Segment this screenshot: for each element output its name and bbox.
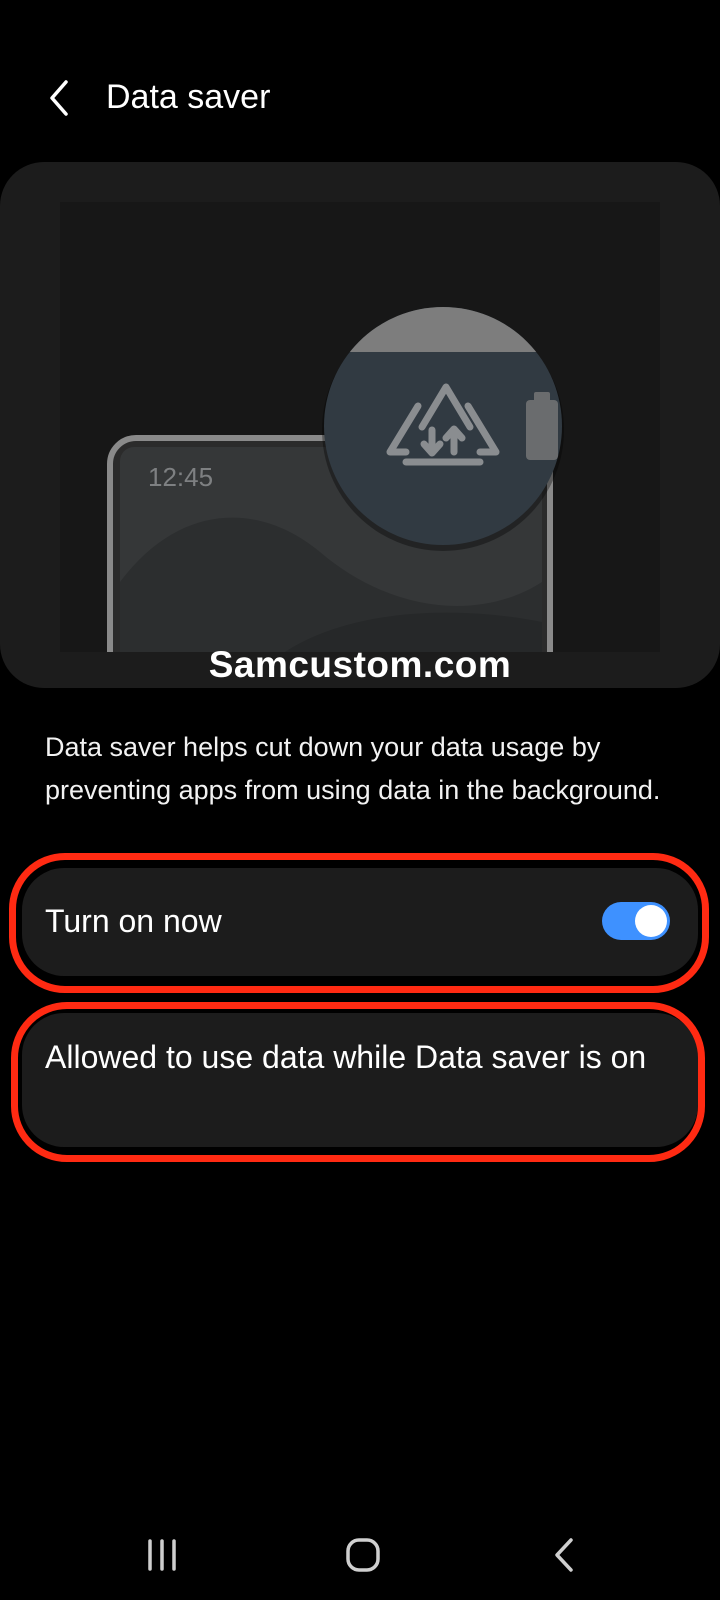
navigation-bar: [0, 1520, 720, 1600]
page-title: Data saver: [106, 78, 271, 116]
turn-on-now-row[interactable]: Turn on now: [22, 868, 698, 976]
watermark: Samcustom.com: [208, 644, 512, 685]
illustration-card: 12:45 Samcustom.com: [0, 162, 720, 688]
app-header: Data saver: [0, 60, 720, 136]
nav-back-icon: [555, 1538, 573, 1572]
turn-on-now-label: Turn on now: [45, 903, 222, 939]
battery-icon: [526, 392, 558, 460]
allowed-apps-label: Allowed to use data while Data saver is …: [45, 1039, 647, 1075]
allowed-apps-row[interactable]: Allowed to use data while Data saver is …: [22, 1013, 698, 1147]
turn-on-now-switch[interactable]: [602, 902, 670, 940]
description-text: Data saver helps cut down your data usag…: [45, 732, 661, 805]
illustration-graphic: 12:45: [60, 202, 660, 652]
nav-back-button[interactable]: [524, 1520, 604, 1590]
home-button[interactable]: [323, 1520, 403, 1590]
back-button[interactable]: [36, 74, 84, 122]
home-icon: [346, 1538, 380, 1572]
switch-knob: [635, 905, 667, 937]
recents-icon: [148, 1539, 176, 1571]
recents-button[interactable]: [122, 1520, 202, 1590]
phone-clock: 12:45: [148, 462, 213, 492]
chevron-left-icon: [50, 80, 68, 116]
